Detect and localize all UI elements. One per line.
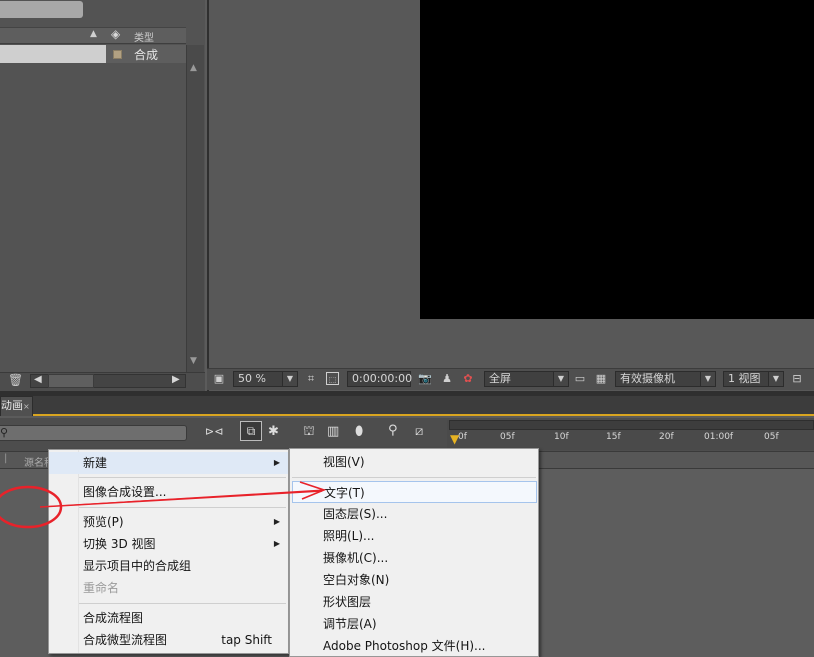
timecode-field[interactable]: 0:00:00:00 bbox=[347, 371, 412, 387]
views-dropdown[interactable]: 1 视图 bbox=[723, 371, 769, 387]
ruler-tick-label: 20f bbox=[659, 432, 674, 442]
zoom-dropdown-arrow-icon[interactable]: ▼ bbox=[282, 371, 298, 387]
live-update-icon[interactable]: ⧉ bbox=[240, 421, 262, 441]
project-item-type: 合成 bbox=[134, 48, 159, 62]
submenu-item-camera[interactable]: 摄像机(C)... bbox=[290, 547, 538, 569]
ruler-tick-label: 05f bbox=[764, 432, 779, 442]
brainstorm-icon[interactable]: ⚲ bbox=[388, 423, 398, 438]
resolution-dropdown[interactable]: 全屏 bbox=[484, 371, 554, 387]
snapshot-camera-icon[interactable]: 📷 bbox=[418, 372, 432, 386]
submenu-item-photoshop-file[interactable]: Adobe Photoshop 文件(H)... bbox=[290, 635, 538, 657]
motion-blur-icon[interactable]: ⬮ bbox=[355, 424, 363, 439]
menu-separator bbox=[79, 603, 286, 604]
scroll-left-icon[interactable]: ◀ bbox=[34, 374, 42, 385]
menu-item-shortcut: tap Shift bbox=[221, 633, 272, 647]
menu-item-rename: 重命名 bbox=[49, 577, 288, 599]
safe-zones-icon[interactable]: ⌗ bbox=[304, 372, 318, 386]
menu-item-label: Adobe Photoshop 文件(H)... bbox=[323, 639, 486, 653]
show-snapshot-icon[interactable]: ♟ bbox=[440, 372, 454, 386]
timeline-search-input[interactable]: ⚲ bbox=[0, 425, 187, 441]
tab-label: 动画 bbox=[1, 399, 23, 412]
search-icon: ⚲ bbox=[0, 426, 9, 439]
ruler-tick-label: 01:00f bbox=[704, 432, 734, 442]
menu-item-comp-flowchart[interactable]: 合成流程图 bbox=[49, 607, 288, 629]
red-annotation-arrow bbox=[0, 481, 327, 529]
submenu-item-adjustment-layer[interactable]: 调节层(A) bbox=[290, 613, 538, 635]
fast-previews-icon[interactable]: ▭ bbox=[573, 372, 587, 386]
menu-item-comp-mini-flowchart[interactable]: 合成微型流程图 tap Shift bbox=[49, 629, 288, 651]
scroll-up-icon[interactable]: ▲ bbox=[190, 63, 197, 73]
camera-dropdown-arrow-icon[interactable]: ▼ bbox=[700, 371, 716, 387]
column-type-header[interactable]: 类型 bbox=[134, 29, 154, 44]
label-color-swatch[interactable] bbox=[113, 50, 122, 59]
menu-item-label: 调节层(A) bbox=[323, 617, 377, 631]
menu-item-label: 形状图层 bbox=[323, 595, 372, 609]
menu-item-label: 空白对象(N) bbox=[323, 573, 390, 587]
tab-timeline-composition[interactable]: 动画× bbox=[0, 396, 33, 416]
label-tag-icon[interactable]: ◈ bbox=[111, 27, 120, 41]
zoom-dropdown[interactable]: 50 % bbox=[233, 371, 283, 387]
annotation-line-upper bbox=[39, 489, 323, 508]
ruler-tick-label: 10f bbox=[554, 432, 569, 442]
graph-editor-icon[interactable]: ⧄ bbox=[415, 424, 423, 439]
menu-item-reveal-in-project[interactable]: 显示项目中的合成组 bbox=[49, 555, 288, 577]
camera-dropdown[interactable]: 有效摄像机 bbox=[615, 371, 701, 387]
ruler-tick-label: 05f bbox=[500, 432, 515, 442]
horizontal-scroll-thumb[interactable] bbox=[48, 374, 94, 388]
menu-item-label: 显示项目中的合成组 bbox=[83, 559, 192, 573]
project-vertical-scrollbar[interactable]: ▲ ▼ bbox=[186, 45, 204, 372]
hide-shy-layers-icon[interactable]: ⛫ bbox=[303, 424, 315, 441]
draft-3d-icon[interactable]: ✱ bbox=[268, 424, 279, 439]
toggle-pixel-aspect-icon[interactable]: ⊟ bbox=[790, 372, 804, 386]
resolution-dropdown-arrow-icon[interactable]: ▼ bbox=[553, 371, 569, 387]
sort-arrow-icon[interactable]: ▲ bbox=[90, 29, 97, 39]
current-time-indicator-icon[interactable]: ▼ bbox=[450, 433, 460, 445]
menu-item-label: 合成微型流程图 bbox=[83, 633, 168, 647]
ruler-tick-label: 15f bbox=[606, 432, 621, 442]
tab-close-icon[interactable]: × bbox=[23, 402, 30, 411]
transparency-grid-icon[interactable]: ▦ bbox=[594, 372, 608, 386]
composition-canvas[interactable] bbox=[420, 0, 814, 319]
menu-item-label: 重命名 bbox=[83, 581, 120, 595]
timeline-tab-bar bbox=[0, 396, 814, 416]
views-dropdown-arrow-icon[interactable]: ▼ bbox=[768, 371, 784, 387]
scroll-down-icon[interactable]: ▼ bbox=[190, 356, 197, 366]
trash-icon[interactable]: 🗑 bbox=[8, 373, 23, 387]
submenu-item-null-object[interactable]: 空白对象(N) bbox=[290, 569, 538, 591]
project-item-name-cell[interactable] bbox=[0, 45, 106, 63]
menu-item-label: 合成流程图 bbox=[83, 611, 144, 625]
menu-item-label: 摄像机(C)... bbox=[323, 551, 389, 565]
work-area-bar[interactable] bbox=[449, 420, 814, 430]
scroll-right-icon[interactable]: ▶ bbox=[172, 374, 180, 385]
channel-rgb-icon[interactable]: ✿ bbox=[461, 372, 475, 386]
always-preview-icon[interactable]: ▣ bbox=[212, 372, 226, 386]
region-of-interest-icon[interactable]: ⬚ bbox=[326, 372, 339, 385]
frame-blending-icon[interactable]: ▥ bbox=[327, 424, 339, 439]
comp-mini-flowchart-icon[interactable]: ⊳⊲ bbox=[205, 425, 223, 438]
submenu-item-shape-layer[interactable]: 形状图层 bbox=[290, 591, 538, 613]
column-divider-icon: | bbox=[4, 453, 8, 464]
project-search-input[interactable] bbox=[0, 1, 83, 18]
